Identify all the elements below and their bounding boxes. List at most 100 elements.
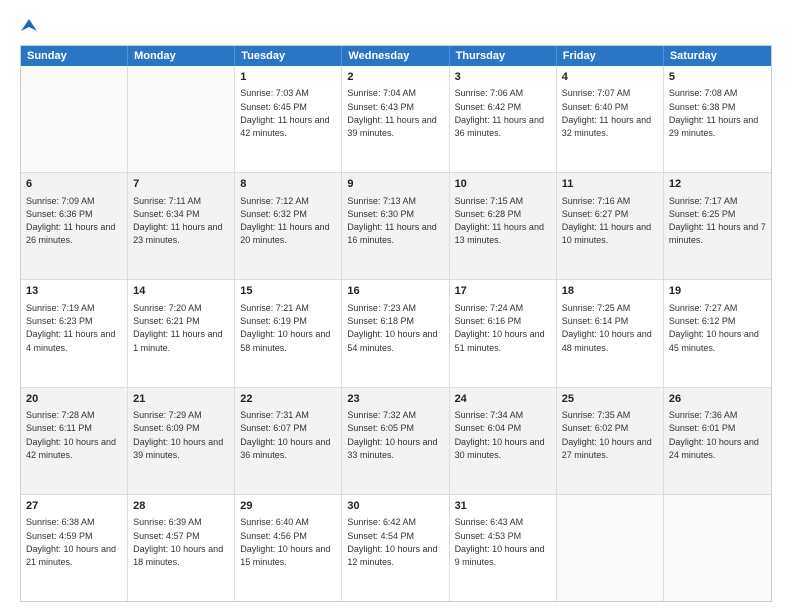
day-number: 11 <box>562 177 658 192</box>
calendar-header: SundayMondayTuesdayWednesdayThursdayFrid… <box>21 46 771 66</box>
cell-info: Sunrise: 7:24 AM Sunset: 6:16 PM Dayligh… <box>455 303 545 353</box>
cell-info: Sunrise: 6:39 AM Sunset: 4:57 PM Dayligh… <box>133 517 223 567</box>
calendar-cell: 20 Sunrise: 7:28 AM Sunset: 6:11 PM Dayli… <box>21 388 128 494</box>
cell-info: Sunrise: 7:15 AM Sunset: 6:28 PM Dayligh… <box>455 196 544 246</box>
cell-info: Sunrise: 7:23 AM Sunset: 6:18 PM Dayligh… <box>347 303 437 353</box>
calendar-row: 6 Sunrise: 7:09 AM Sunset: 6:36 PM Daylig… <box>21 173 771 280</box>
cell-info: Sunrise: 6:38 AM Sunset: 4:59 PM Dayligh… <box>26 517 116 567</box>
cell-info: Sunrise: 7:04 AM Sunset: 6:43 PM Dayligh… <box>347 88 436 138</box>
page: SundayMondayTuesdayWednesdayThursdayFrid… <box>0 0 792 612</box>
calendar-cell: 28 Sunrise: 6:39 AM Sunset: 4:57 PM Dayli… <box>128 495 235 601</box>
day-number: 31 <box>455 499 551 514</box>
calendar: SundayMondayTuesdayWednesdayThursdayFrid… <box>20 45 772 602</box>
calendar-cell <box>21 66 128 172</box>
day-number: 8 <box>240 177 336 192</box>
day-number: 29 <box>240 499 336 514</box>
day-number: 6 <box>26 177 122 192</box>
calendar-row: 20 Sunrise: 7:28 AM Sunset: 6:11 PM Dayli… <box>21 388 771 495</box>
day-number: 9 <box>347 177 443 192</box>
day-number: 21 <box>133 392 229 407</box>
cell-info: Sunrise: 7:32 AM Sunset: 6:05 PM Dayligh… <box>347 410 437 460</box>
cell-info: Sunrise: 7:21 AM Sunset: 6:19 PM Dayligh… <box>240 303 330 353</box>
calendar-cell: 21 Sunrise: 7:29 AM Sunset: 6:09 PM Dayli… <box>128 388 235 494</box>
calendar-cell <box>664 495 771 601</box>
day-number: 3 <box>455 70 551 85</box>
cell-info: Sunrise: 7:06 AM Sunset: 6:42 PM Dayligh… <box>455 88 544 138</box>
cell-info: Sunrise: 7:03 AM Sunset: 6:45 PM Dayligh… <box>240 88 329 138</box>
day-number: 5 <box>669 70 766 85</box>
cell-info: Sunrise: 7:25 AM Sunset: 6:14 PM Dayligh… <box>562 303 652 353</box>
day-number: 27 <box>26 499 122 514</box>
calendar-cell: 15 Sunrise: 7:21 AM Sunset: 6:19 PM Dayli… <box>235 280 342 386</box>
cell-info: Sunrise: 7:27 AM Sunset: 6:12 PM Dayligh… <box>669 303 759 353</box>
calendar-cell: 23 Sunrise: 7:32 AM Sunset: 6:05 PM Dayli… <box>342 388 449 494</box>
calendar-cell: 19Sunrise: 7:27 AM Sunset: 6:12 PM Dayli… <box>664 280 771 386</box>
calendar-cell: 25 Sunrise: 7:35 AM Sunset: 6:02 PM Dayli… <box>557 388 664 494</box>
calendar-cell: 17Sunrise: 7:24 AM Sunset: 6:16 PM Dayli… <box>450 280 557 386</box>
calendar-body: 1 Sunrise: 7:03 AM Sunset: 6:45 PM Daylig… <box>21 66 771 601</box>
day-number: 28 <box>133 499 229 514</box>
cell-info: Sunrise: 6:43 AM Sunset: 4:53 PM Dayligh… <box>455 517 545 567</box>
day-number: 18 <box>562 284 658 299</box>
logo <box>20 16 37 35</box>
day-number: 20 <box>26 392 122 407</box>
cell-info: Sunrise: 7:19 AM Sunset: 6:23 PM Dayligh… <box>26 303 115 353</box>
day-number: 23 <box>347 392 443 407</box>
calendar-cell: 31 Sunrise: 6:43 AM Sunset: 4:53 PM Dayli… <box>450 495 557 601</box>
cell-info: Sunrise: 7:29 AM Sunset: 6:09 PM Dayligh… <box>133 410 223 460</box>
cell-info: Sunrise: 7:08 AM Sunset: 6:38 PM Dayligh… <box>669 88 758 138</box>
cell-info: Sunrise: 6:40 AM Sunset: 4:56 PM Dayligh… <box>240 517 330 567</box>
day-number: 2 <box>347 70 443 85</box>
day-number: 10 <box>455 177 551 192</box>
calendar-cell: 18 Sunrise: 7:25 AM Sunset: 6:14 PM Dayli… <box>557 280 664 386</box>
calendar-row: 13 Sunrise: 7:19 AM Sunset: 6:23 PM Dayli… <box>21 280 771 387</box>
weekday-header: Wednesday <box>342 46 449 66</box>
day-number: 15 <box>240 284 336 299</box>
logo-bird-icon <box>21 17 37 33</box>
calendar-cell: 5 Sunrise: 7:08 AM Sunset: 6:38 PM Daylig… <box>664 66 771 172</box>
cell-info: Sunrise: 7:20 AM Sunset: 6:21 PM Dayligh… <box>133 303 222 353</box>
weekday-header: Sunday <box>21 46 128 66</box>
calendar-cell <box>128 66 235 172</box>
calendar-cell: 12 Sunrise: 7:17 AM Sunset: 6:25 PM Dayli… <box>664 173 771 279</box>
cell-info: Sunrise: 7:09 AM Sunset: 6:36 PM Dayligh… <box>26 196 115 246</box>
day-number: 16 <box>347 284 443 299</box>
day-number: 13 <box>26 284 122 299</box>
calendar-cell: 2 Sunrise: 7:04 AM Sunset: 6:43 PM Daylig… <box>342 66 449 172</box>
cell-info: Sunrise: 7:17 AM Sunset: 6:25 PM Dayligh… <box>669 196 766 246</box>
cell-info: Sunrise: 7:12 AM Sunset: 6:32 PM Dayligh… <box>240 196 329 246</box>
cell-info: Sunrise: 7:34 AM Sunset: 6:04 PM Dayligh… <box>455 410 545 460</box>
cell-info: Sunrise: 7:35 AM Sunset: 6:02 PM Dayligh… <box>562 410 652 460</box>
weekday-header: Monday <box>128 46 235 66</box>
day-number: 12 <box>669 177 766 192</box>
calendar-cell: 14 Sunrise: 7:20 AM Sunset: 6:21 PM Dayli… <box>128 280 235 386</box>
calendar-cell: 27 Sunrise: 6:38 AM Sunset: 4:59 PM Dayli… <box>21 495 128 601</box>
weekday-header: Saturday <box>664 46 771 66</box>
day-number: 25 <box>562 392 658 407</box>
day-number: 7 <box>133 177 229 192</box>
calendar-cell: 10 Sunrise: 7:15 AM Sunset: 6:28 PM Dayli… <box>450 173 557 279</box>
calendar-cell: 6 Sunrise: 7:09 AM Sunset: 6:36 PM Daylig… <box>21 173 128 279</box>
day-number: 24 <box>455 392 551 407</box>
day-number: 26 <box>669 392 766 407</box>
cell-info: Sunrise: 7:13 AM Sunset: 6:30 PM Dayligh… <box>347 196 436 246</box>
calendar-cell: 7 Sunrise: 7:11 AM Sunset: 6:34 PM Daylig… <box>128 173 235 279</box>
weekday-header: Friday <box>557 46 664 66</box>
cell-info: Sunrise: 7:16 AM Sunset: 6:27 PM Dayligh… <box>562 196 651 246</box>
day-number: 1 <box>240 70 336 85</box>
calendar-row: 1 Sunrise: 7:03 AM Sunset: 6:45 PM Daylig… <box>21 66 771 173</box>
cell-info: Sunrise: 7:11 AM Sunset: 6:34 PM Dayligh… <box>133 196 222 246</box>
calendar-cell: 16 Sunrise: 7:23 AM Sunset: 6:18 PM Dayli… <box>342 280 449 386</box>
cell-info: Sunrise: 7:28 AM Sunset: 6:11 PM Dayligh… <box>26 410 116 460</box>
weekday-header: Thursday <box>450 46 557 66</box>
calendar-cell: 1 Sunrise: 7:03 AM Sunset: 6:45 PM Daylig… <box>235 66 342 172</box>
logo-text <box>20 16 37 39</box>
calendar-cell: 11 Sunrise: 7:16 AM Sunset: 6:27 PM Dayli… <box>557 173 664 279</box>
weekday-header: Tuesday <box>235 46 342 66</box>
day-number: 14 <box>133 284 229 299</box>
calendar-cell: 22Sunrise: 7:31 AM Sunset: 6:07 PM Dayli… <box>235 388 342 494</box>
calendar-cell: 13 Sunrise: 7:19 AM Sunset: 6:23 PM Dayli… <box>21 280 128 386</box>
calendar-cell: 3 Sunrise: 7:06 AM Sunset: 6:42 PM Daylig… <box>450 66 557 172</box>
header <box>20 16 772 35</box>
calendar-cell: 24 Sunrise: 7:34 AM Sunset: 6:04 PM Dayli… <box>450 388 557 494</box>
